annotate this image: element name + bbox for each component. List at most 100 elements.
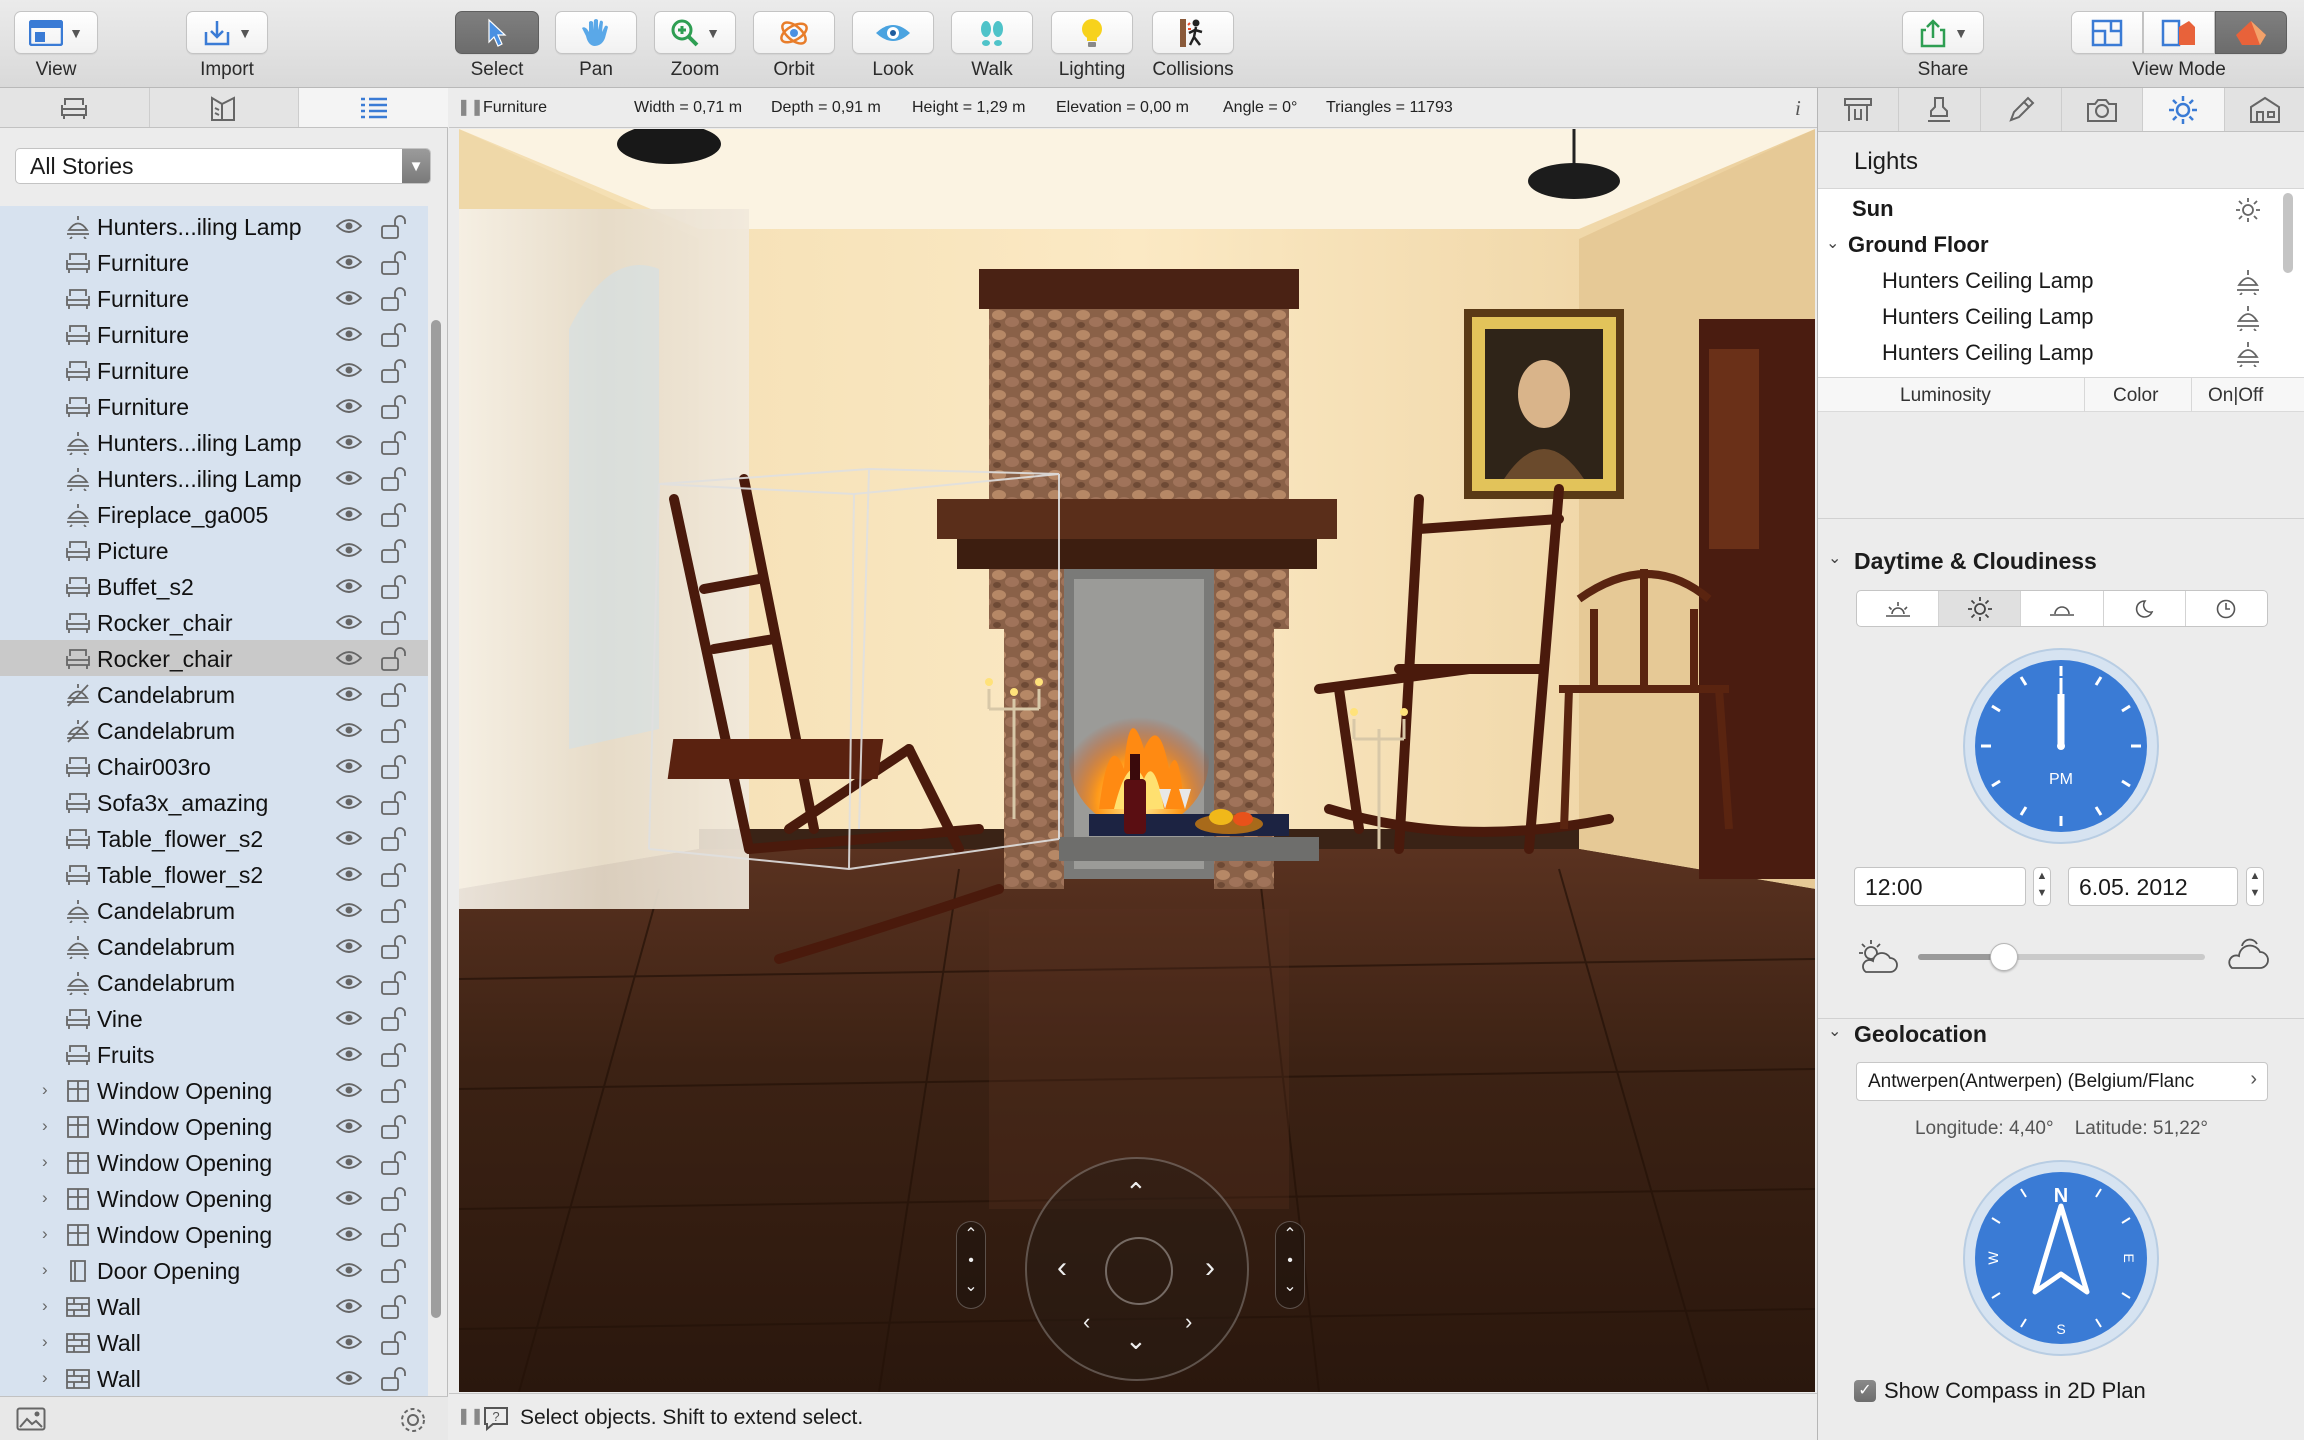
visibility-eye-icon[interactable] [335,758,363,779]
tree-row[interactable]: Rocker_chair [0,640,428,676]
list-item[interactable]: ⌄ Ground Floor [1818,227,2278,263]
date-field[interactable]: 6.05. 2012 [2068,867,2238,906]
visibility-eye-icon[interactable] [335,1370,363,1391]
disclosure-chevron-icon[interactable]: › [42,1116,48,1136]
cloudiness-slider-thumb[interactable] [1990,943,2019,971]
drag-handle-icon[interactable]: ❚❚ [457,1406,484,1426]
time-stepper[interactable]: ▲ ▼ [2033,867,2051,906]
orbit-button[interactable] [753,11,835,54]
walk-button[interactable] [951,11,1033,54]
view-tool[interactable]: ▼ View [14,11,98,81]
tree-row[interactable]: › Window Opening [0,1144,428,1180]
column-luminosity[interactable]: Luminosity [1900,385,1991,407]
visibility-eye-icon[interactable] [335,1226,363,1247]
unlock-icon[interactable] [380,646,408,677]
tree-row[interactable]: Furniture [0,352,428,388]
story-select[interactable]: All Stories ▼ [15,148,431,184]
unlock-icon[interactable] [380,1366,408,1396]
unlock-icon[interactable] [380,754,408,785]
preset-morning[interactable] [1857,591,1940,626]
tree-row[interactable]: Hunters...iling Lamp [0,460,428,496]
arrow-up-icon[interactable]: ⌃ [1125,1177,1147,1208]
vertical-move-control-right[interactable]: ⌃ • ⌄ [1275,1221,1305,1309]
preset-custom-time[interactable] [2186,591,2267,626]
3d-viewport[interactable]: ⌃ • ⌄ ⌃ ⌄ ‹ › ‹ › ⌃ • ⌄ [459,129,1815,1392]
tree-row[interactable]: Furniture [0,280,428,316]
chevron-down-icon[interactable]: ⌄ [1828,1021,1841,1041]
look-tool[interactable]: Look [852,11,934,81]
tree-row[interactable]: Table_flower_s2 [0,820,428,856]
visibility-eye-icon[interactable] [335,362,363,383]
tree-row[interactable]: Sofa3x_amazing [0,784,428,820]
nav-center[interactable] [1105,1237,1173,1305]
tree-row[interactable]: › Window Opening [0,1180,428,1216]
navigation-pad[interactable]: ⌃ ⌄ ‹ › ‹ › [1025,1157,1249,1381]
tree-row[interactable]: Fireplace_ga005 [0,496,428,532]
show-compass-option[interactable]: ✓ Show Compass in 2D Plan [1854,1378,2146,1404]
preset-noon[interactable] [1939,591,2022,626]
tree-row[interactable]: › Window Opening [0,1108,428,1144]
tree-row[interactable]: Buffet_s2 [0,568,428,604]
turn-left-icon[interactable]: ‹ [1083,1309,1090,1335]
visibility-eye-icon[interactable] [335,578,363,599]
tree-row[interactable]: Furniture [0,388,428,424]
tree-row[interactable]: › Door Opening [0,1252,428,1288]
tab-camera[interactable] [2062,88,2144,131]
view-mode-split-button[interactable] [2143,11,2215,54]
unlock-icon[interactable] [380,718,408,749]
lights-scrollbar[interactable] [2283,193,2293,273]
unlock-icon[interactable] [380,1330,408,1361]
unlock-icon[interactable] [380,1294,408,1325]
unlock-icon[interactable] [380,826,408,857]
tree-row[interactable]: › Wall [0,1360,428,1396]
visibility-eye-icon[interactable] [335,614,363,635]
disclosure-chevron-icon[interactable]: › [42,1188,48,1208]
visibility-eye-icon[interactable] [335,974,363,995]
tree-row[interactable]: Hunters...iling Lamp [0,424,428,460]
unlock-icon[interactable] [380,538,408,569]
tree-row[interactable]: Table_flower_s2 [0,856,428,892]
tree-row[interactable]: Furniture [0,316,428,352]
turn-right-icon[interactable]: › [1185,1309,1192,1335]
chevron-down-icon[interactable]: ⌄ [1828,548,1841,568]
orbit-tool[interactable]: Orbit [753,11,835,81]
visibility-eye-icon[interactable] [335,1262,363,1283]
tree-row[interactable]: Hunters...iling Lamp [0,208,428,244]
help-bubble-icon[interactable]: ? [482,1404,510,1432]
tab-materials[interactable] [150,88,300,127]
unlock-icon[interactable] [380,1078,408,1109]
tree-row[interactable]: › Window Opening [0,1072,428,1108]
north-compass[interactable]: N S E W [1963,1160,2159,1356]
gear-icon[interactable] [398,1405,428,1435]
pan-button[interactable] [555,11,637,54]
unlock-icon[interactable] [380,1222,408,1253]
lighting-button[interactable] [1051,11,1133,54]
list-item[interactable]: Hunters Ceiling Lamp [1818,299,2278,335]
visibility-eye-icon[interactable] [335,830,363,851]
disclosure-chevron-icon[interactable]: › [42,1152,48,1172]
select-button[interactable] [455,11,539,54]
unlock-icon[interactable] [380,1150,408,1181]
unlock-icon[interactable] [380,970,408,1001]
visibility-eye-icon[interactable] [335,218,363,239]
time-dial[interactable]: PM [1963,648,2159,844]
visibility-eye-icon[interactable] [335,290,363,311]
tree-row[interactable]: Fruits [0,1036,428,1072]
vertical-move-control-left[interactable]: ⌃ • ⌄ [956,1221,986,1309]
visibility-eye-icon[interactable] [335,1118,363,1139]
list-item[interactable]: Hunters Ceiling Lamp [1818,263,2278,299]
list-item[interactable]: Sun [1818,191,2278,227]
unlock-icon[interactable] [380,358,408,389]
visibility-eye-icon[interactable] [335,254,363,275]
visibility-eye-icon[interactable] [335,1046,363,1067]
select-tool[interactable]: Select [455,11,539,81]
column-onoff[interactable]: On|Off [2208,385,2263,407]
column-color[interactable]: Color [2113,385,2158,407]
share-tool[interactable]: ▼ Share [1902,11,1984,81]
visibility-eye-icon[interactable] [335,398,363,419]
unlock-icon[interactable] [380,466,408,497]
tree-row[interactable]: Chair003ro [0,748,428,784]
unlock-icon[interactable] [380,610,408,641]
view-mode-3d-button[interactable] [2215,11,2287,54]
visibility-eye-icon[interactable] [335,1298,363,1319]
